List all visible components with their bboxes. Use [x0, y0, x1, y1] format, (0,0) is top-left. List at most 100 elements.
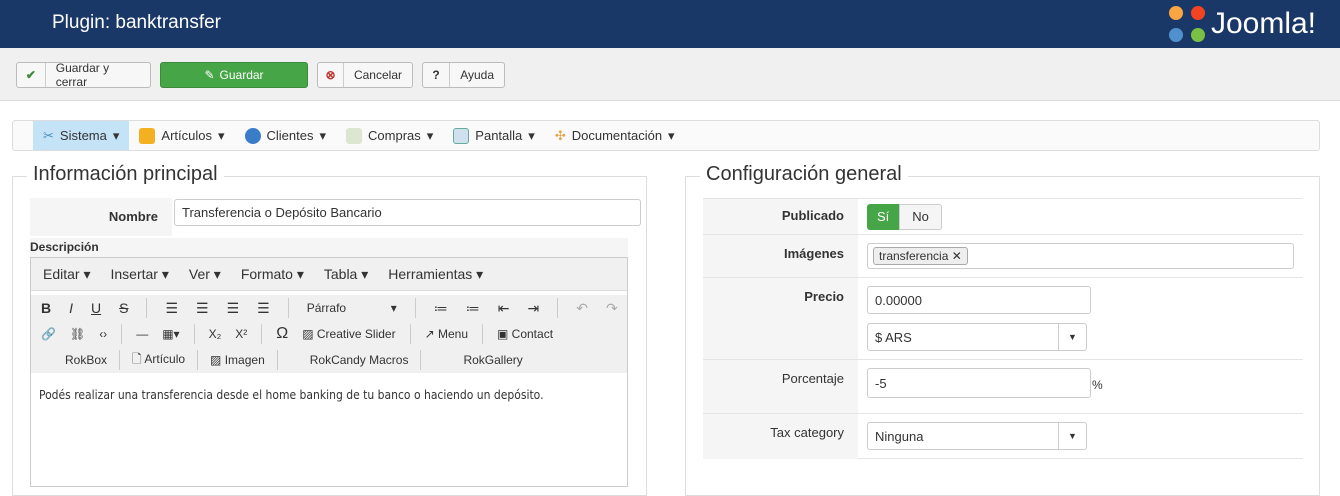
- label: Guardar y cerrar: [55, 61, 110, 89]
- horizontal-rule-icon[interactable]: —: [136, 327, 148, 341]
- separator: [482, 324, 483, 344]
- omega-icon[interactable]: Ω: [276, 325, 288, 343]
- code-icon[interactable]: ‹›: [99, 327, 107, 341]
- images-label: Imágenes: [703, 235, 858, 277]
- label: Imagen: [224, 353, 265, 367]
- numbered-list-icon[interactable]: ≔: [466, 300, 480, 317]
- remove-tag-icon[interactable]: ✕: [952, 249, 962, 263]
- label: Ninguna: [875, 428, 924, 444]
- menu-pantalla[interactable]: Pantalla ▾: [443, 121, 545, 150]
- unlink-icon[interactable]: ⛓: [70, 327, 85, 341]
- rokcandy-button[interactable]: RokCandy Macros: [310, 353, 409, 367]
- box-icon: [139, 127, 156, 144]
- save-close-button[interactable]: ✔ Guardar y cerrar: [16, 61, 151, 89]
- outdent-icon[interactable]: ⇤: [498, 300, 510, 317]
- label: Cancelar: [353, 68, 402, 82]
- editor-menu-editar[interactable]: Editar ▾: [43, 266, 91, 283]
- label: Insertar: [110, 265, 158, 282]
- subscript-icon[interactable]: X₂: [209, 327, 222, 341]
- joomla-logo-icon: [1168, 6, 1205, 42]
- help-button[interactable]: ? Ayuda: [422, 62, 505, 88]
- align-right-icon[interactable]: ☰: [227, 300, 240, 317]
- save-button[interactable]: ✎ Guardar: [160, 62, 308, 88]
- italic-icon[interactable]: I: [69, 300, 73, 316]
- table-icon[interactable]: ▦▾: [162, 327, 179, 341]
- label: Artículo: [144, 351, 186, 366]
- label: Creative Slider: [316, 327, 396, 341]
- bullet-list-icon[interactable]: ≔: [434, 300, 448, 317]
- percent-input[interactable]: -5: [867, 368, 1091, 398]
- separator: [409, 324, 411, 344]
- label: Clientes: [266, 128, 314, 143]
- separator: [119, 350, 121, 370]
- editor-content[interactable]: Podés realizar una transferencia desde e…: [31, 376, 627, 486]
- editor-menu-formato[interactable]: Formato ▾: [241, 266, 304, 283]
- percent-label: Porcentaje: [703, 360, 858, 413]
- underline-icon[interactable]: U: [91, 300, 101, 316]
- question-icon: ?: [423, 63, 451, 87]
- published-label: Publicado: [703, 199, 858, 234]
- tools-icon: ✂: [43, 127, 54, 143]
- format-select[interactable]: Párrafo ▾: [307, 301, 397, 315]
- label: $ ARS: [875, 329, 912, 345]
- editor-menu-ver[interactable]: Ver ▾: [189, 266, 221, 283]
- name-input[interactable]: Transferencia o Depósito Bancario: [174, 199, 641, 226]
- justify-icon[interactable]: ☰: [257, 300, 270, 317]
- undo-icon[interactable]: ↶: [576, 300, 588, 317]
- redo-icon[interactable]: ↷: [606, 300, 618, 317]
- label: Formato: [240, 265, 293, 282]
- images-input[interactable]: transferencia ✕: [867, 243, 1294, 269]
- percent-sign: %: [1092, 378, 1103, 392]
- cancel-button[interactable]: ⊗ Cancelar: [317, 62, 413, 88]
- label: transferencia: [879, 249, 949, 263]
- label: Contact: [511, 327, 554, 341]
- contact-button[interactable]: ▣ Contact: [497, 327, 553, 341]
- label: Editar: [43, 265, 80, 282]
- editor-toolbar-row-2: 🔗 ⛓ ‹› — ▦▾ X₂ X² Ω ▨ Creative Slider ↗ Menu…: [31, 321, 627, 347]
- menu-documentacion[interactable]: ✣ Documentación ▾: [545, 121, 685, 150]
- label: Artículos: [161, 128, 212, 143]
- separator: [193, 324, 195, 344]
- caret-down-icon: ▼: [1058, 324, 1086, 350]
- bold-icon[interactable]: B: [41, 300, 51, 316]
- published-toggle[interactable]: Sí No: [867, 204, 942, 230]
- separator: [121, 324, 123, 344]
- legend: Configuración general: [700, 163, 908, 186]
- menu-sistema[interactable]: ✂ Sistema ▾: [33, 121, 130, 150]
- logo-text: Joomla!: [1210, 7, 1316, 40]
- currency-select[interactable]: $ ARS ▼: [867, 323, 1087, 351]
- rich-text-editor: Editar ▾ Insertar ▾ Ver ▾ Formato ▾ Tabl…: [30, 257, 628, 487]
- caret-down-icon: ▼: [1058, 423, 1086, 449]
- superscript-icon[interactable]: X²: [235, 327, 247, 341]
- no-option[interactable]: No: [899, 204, 942, 230]
- editor-menu-herramientas[interactable]: Herramientas ▾: [388, 266, 483, 283]
- label: Ayuda: [460, 68, 494, 82]
- rokbox-button[interactable]: RokBox: [65, 353, 107, 367]
- cancel-icon: ⊗: [318, 63, 344, 87]
- imagen-button[interactable]: ▨ Imagen: [210, 353, 265, 367]
- strikethrough-icon[interactable]: S: [119, 300, 128, 316]
- indent-icon[interactable]: ⇥: [527, 300, 539, 317]
- menu-articulos[interactable]: Artículos ▾: [129, 121, 234, 150]
- label: Sistema: [59, 128, 107, 143]
- label: Documentación: [571, 128, 663, 143]
- separator: [197, 350, 199, 370]
- separator: [414, 298, 416, 318]
- rokgallery-button[interactable]: RokGallery: [463, 353, 522, 367]
- align-center-icon[interactable]: ☰: [196, 300, 209, 317]
- creative-slider-button[interactable]: ▨ Creative Slider: [302, 327, 395, 341]
- yes-option[interactable]: Sí: [867, 204, 900, 230]
- menu-clientes[interactable]: Clientes ▾: [235, 121, 337, 150]
- articulo-button[interactable]: 🗋 Artículo: [132, 350, 185, 371]
- menu-compras[interactable]: Compras ▾: [336, 121, 443, 150]
- price-input[interactable]: 0.00000: [867, 286, 1091, 314]
- menu-button[interactable]: ↗ Menu: [425, 327, 468, 341]
- tax-category-select[interactable]: Ninguna ▼: [867, 422, 1087, 450]
- editor-menu-tabla[interactable]: Tabla ▾: [324, 266, 368, 283]
- link-icon[interactable]: 🔗: [41, 327, 56, 341]
- editor-menu-insertar[interactable]: Insertar ▾: [111, 266, 169, 283]
- align-left-icon[interactable]: ☰: [165, 300, 178, 317]
- label: Ver: [188, 265, 210, 282]
- page-title: Plugin: banktransfer: [52, 12, 221, 33]
- label: Herramientas: [388, 265, 473, 282]
